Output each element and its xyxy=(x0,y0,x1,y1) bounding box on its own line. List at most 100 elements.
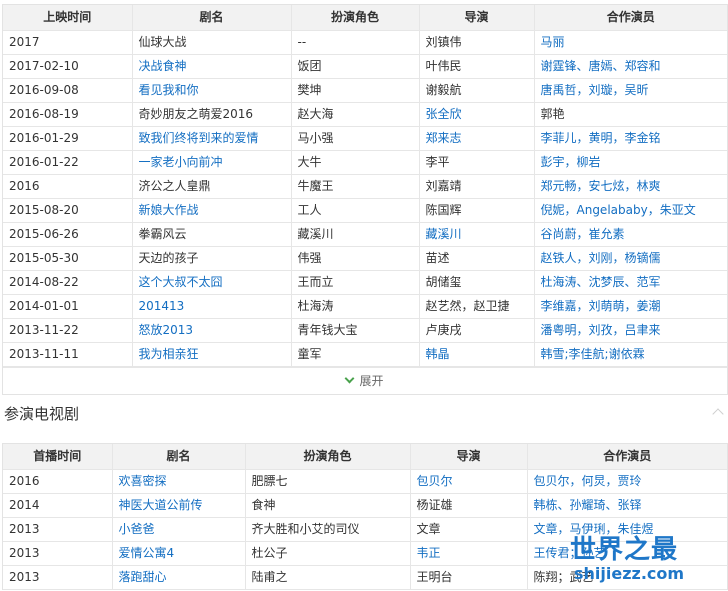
cell-costars-link[interactable]: 彭宇，柳岩 xyxy=(541,155,601,169)
film-table-body: 2017 仙球大战 -- 刘镇伟 马丽 2017-02-10 决战食神 饭团 叶伟民 谢霆锋、唐嫣… xyxy=(3,30,727,367)
cell-title-link[interactable]: 欢喜密探 xyxy=(119,474,167,488)
cell-title-link[interactable]: 怒放2013 xyxy=(139,323,194,337)
cell-director-text: 杨证雄 xyxy=(416,498,453,512)
cell-costars-link[interactable]: 谷尚蔚，崔允素 xyxy=(541,227,625,241)
cell-date: 2016 xyxy=(3,174,133,199)
cell-costars-link[interactable]: 郑元畅，安七炫，林爽 xyxy=(541,179,661,193)
cell-director: 杨证雄 xyxy=(409,493,528,518)
cell-director: 赵艺然，赵卫捷 xyxy=(418,294,535,319)
cell-date: 2013 xyxy=(3,565,113,590)
header-costars: 合作演员 xyxy=(533,5,727,31)
cell-date-text: 2013 xyxy=(9,546,40,560)
cell-date-text: 2014-01-01 xyxy=(9,299,79,313)
cell-role: 童军 xyxy=(290,342,420,367)
cell-title-text: 天边的孩子 xyxy=(138,251,199,265)
cell-director-link[interactable]: 包贝尔 xyxy=(417,474,453,488)
cell-date: 2017 xyxy=(3,30,133,55)
cell-director-link[interactable]: 张全欣 xyxy=(426,107,462,121)
cell-director-text: 王明台 xyxy=(416,570,453,584)
cell-costars-link[interactable]: 杜海涛、沈梦辰、范军 xyxy=(541,275,661,289)
cell-costars-link[interactable]: 倪妮，Angelababy，朱亚文 xyxy=(541,203,696,217)
cell-title: 天边的孩子 xyxy=(131,246,292,271)
cell-costars: 包贝尔，何炅，贾玲 xyxy=(526,469,727,494)
cell-director: 包贝尔 xyxy=(409,469,528,494)
cell-title-link[interactable]: 新娘大作战 xyxy=(139,203,199,217)
cell-costars-link[interactable]: 李菲儿，黄明，李金铭 xyxy=(541,131,661,145)
expand-button[interactable]: 展开 xyxy=(3,367,727,394)
watermark-logo: 世界之最 shijiezz.com xyxy=(570,535,720,589)
cell-title-link[interactable]: 爱情公寓4 xyxy=(119,546,175,560)
cell-costars: 彭宇，柳岩 xyxy=(533,150,727,175)
cell-title: 致我们终将到来的爱情 xyxy=(131,126,292,151)
cell-role: 青年钱大宝 xyxy=(290,318,420,343)
cell-role: 伟强 xyxy=(290,246,420,271)
cell-director: 李平 xyxy=(418,150,535,175)
cell-role-text: 工人 xyxy=(297,203,322,217)
cell-costars: 郑元畅，安七炫，林爽 xyxy=(533,174,727,199)
cell-role: 食神 xyxy=(244,493,411,518)
cell-title-link[interactable]: 这个大叔不太囧 xyxy=(139,275,223,289)
cell-role-text: 杜海涛 xyxy=(297,299,334,313)
cell-director-link[interactable]: 韩晶 xyxy=(426,347,450,361)
cell-title-link[interactable]: 看见我和你 xyxy=(139,83,199,97)
cell-title-link[interactable]: 神医大道公前传 xyxy=(119,498,203,512)
cell-title-link[interactable]: 小爸爸 xyxy=(119,522,155,536)
cell-director-link[interactable]: 藏溪川 xyxy=(426,227,462,241)
cell-director-text: 李平 xyxy=(425,155,450,169)
cell-title-link[interactable]: 落跑甜心 xyxy=(119,570,167,584)
chevron-up-icon[interactable] xyxy=(712,408,724,420)
cell-director-text: 文章 xyxy=(416,522,441,536)
cell-director: 胡储玺 xyxy=(418,270,535,295)
cell-role-text: 童军 xyxy=(297,347,322,361)
cell-costars: 郭艳 xyxy=(533,102,727,127)
cell-director-text: 谢毅航 xyxy=(425,83,462,97)
cell-role: 工人 xyxy=(290,198,420,223)
cell-director-link[interactable]: 韦正 xyxy=(417,546,441,560)
cell-costars-link[interactable]: 文章，马伊琍，朱佳煜 xyxy=(534,522,654,536)
expand-label: 展开 xyxy=(359,374,384,388)
cell-date: 2014 xyxy=(3,493,113,518)
cell-date: 2015-05-30 xyxy=(3,246,133,271)
cell-director-text: 胡储玺 xyxy=(425,275,462,289)
cell-costars: 韩雪;李佳航;谢依霖 xyxy=(533,342,727,367)
cell-role: 牛魔王 xyxy=(290,174,420,199)
table-row: 2016-01-29 致我们终将到来的爱情 马小强 郑来志 李菲儿，黄明，李金铭 xyxy=(3,126,727,151)
cell-title: 奇妙朋友之萌爱2016 xyxy=(131,102,292,127)
cell-title-link[interactable]: 我为相亲狂 xyxy=(139,347,199,361)
cell-role-text: 饭团 xyxy=(297,59,322,73)
chevron-down-icon xyxy=(345,373,355,384)
cell-costars-link[interactable]: 谢霆锋、唐嫣、郑容和 xyxy=(541,59,661,73)
header-title: 剧名 xyxy=(131,5,292,31)
table-row: 2016 欢喜密探 肥膘七 包贝尔 包贝尔，何炅，贾玲 xyxy=(3,469,727,494)
cell-costars-link[interactable]: 马丽 xyxy=(541,35,565,49)
cell-costars-link[interactable]: 包贝尔，何炅，贾玲 xyxy=(534,474,642,488)
cell-title: 拳霸风云 xyxy=(131,222,292,247)
cell-title-link[interactable]: 201413 xyxy=(139,299,185,313)
cell-title: 201413 xyxy=(131,294,292,319)
table-row: 2015-06-26 拳霸风云 藏溪川 藏溪川 谷尚蔚，崔允素 xyxy=(3,222,727,247)
cell-director: 苗述 xyxy=(418,246,535,271)
cell-costars-link[interactable]: 李维嘉，刘萌萌，姜潮 xyxy=(541,299,661,313)
cell-date: 2013-11-11 xyxy=(3,342,133,367)
cell-director: 藏溪川 xyxy=(418,222,535,247)
cell-title-link[interactable]: 决战食神 xyxy=(139,59,187,73)
header-costars: 合作演员 xyxy=(526,444,727,470)
watermark-url: shijiezz.com xyxy=(574,564,685,583)
cell-costars-link[interactable]: 韩栋、孙耀琦、张铎 xyxy=(534,498,642,512)
cell-costars-link[interactable]: 韩雪;李佳航;谢依霖 xyxy=(541,347,645,361)
cell-costars-link[interactable]: 潘粤明，刘孜，吕聿来 xyxy=(541,323,661,337)
cell-title: 落跑甜心 xyxy=(111,565,246,590)
cell-title-link[interactable]: 一家老小向前冲 xyxy=(139,155,223,169)
cell-director: 韦正 xyxy=(409,541,528,566)
cell-date: 2014-08-22 xyxy=(3,270,133,295)
cell-costars-link[interactable]: 赵铁人，刘刚，杨镝儒 xyxy=(541,251,661,265)
cell-date-text: 2016-01-22 xyxy=(9,155,79,169)
cell-role: 陆甫之 xyxy=(244,565,411,590)
cell-title: 看见我和你 xyxy=(131,78,292,103)
cell-costars-link[interactable]: 唐禹哲，刘璇，吴昕 xyxy=(541,83,649,97)
cell-costars: 杜海涛、沈梦辰、范军 xyxy=(533,270,727,295)
cell-director-link[interactable]: 郑来志 xyxy=(426,131,462,145)
cell-date: 2016-01-29 xyxy=(3,126,133,151)
cell-director: 陈国辉 xyxy=(418,198,535,223)
cell-title-link[interactable]: 致我们终将到来的爱情 xyxy=(139,131,259,145)
